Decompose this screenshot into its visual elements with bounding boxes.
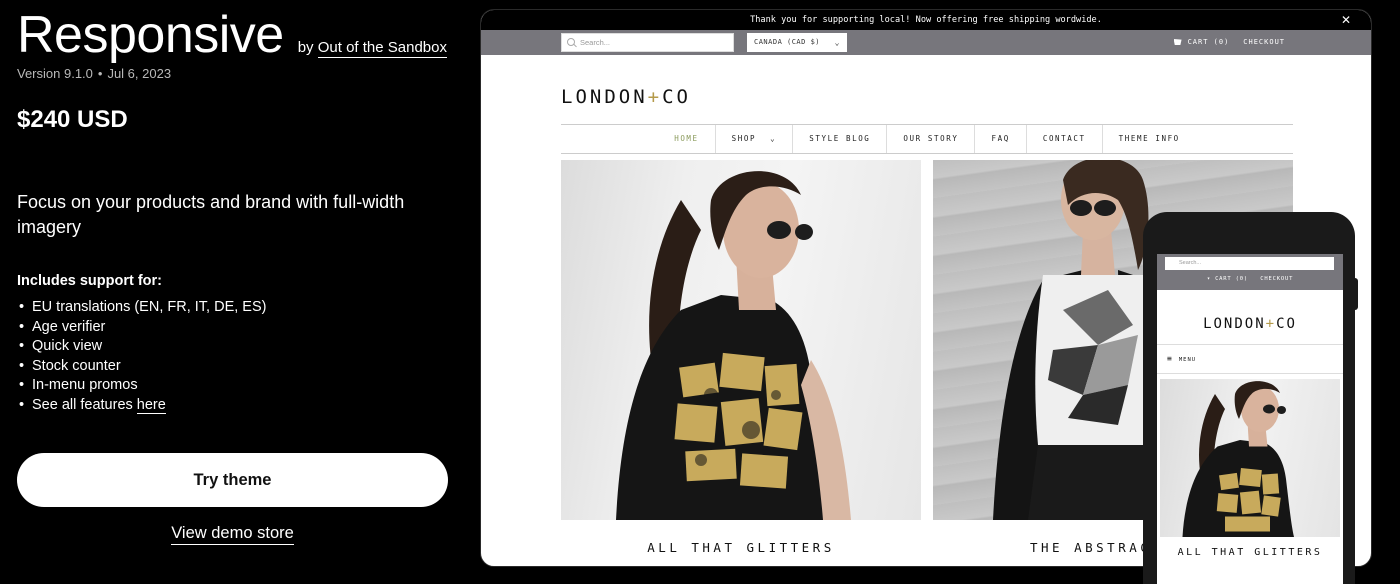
separator-dot: • <box>97 66 103 81</box>
mobile-topbar: Search... ▾ CART (0) CHECKOUT <box>1157 254 1343 290</box>
logo-right: CO <box>662 86 691 108</box>
version-meta: Version 9.1.0 • Jul 6, 2023 <box>17 66 171 81</box>
feature-list: EU translations (EN, FR, IT, DE, ES) Age… <box>17 298 266 416</box>
nav-item-our-story[interactable]: OUR STORY <box>886 125 974 153</box>
feature-item: Stock counter <box>17 357 266 377</box>
mobile-screen: Search... ▾ CART (0) CHECKOUT LONDON+CO … <box>1157 254 1343 584</box>
chevron-down-icon: ⌄ <box>834 38 840 47</box>
cart-nav: CART (0) CHECKOUT <box>1173 30 1285 55</box>
tagline: Focus on your products and brand with fu… <box>17 192 405 237</box>
mobile-cart-nav: ▾ CART (0) CHECKOUT <box>1157 276 1343 282</box>
announcement-bar: Thank you for supporting local! Now offe… <box>481 10 1371 30</box>
logo-left: LONDON <box>1203 316 1266 332</box>
support-heading: Includes support for: <box>17 273 162 289</box>
cart-link[interactable]: CART (0) <box>1188 38 1230 46</box>
demo-link-wrap: View demo store <box>17 524 448 545</box>
nav-shop-label: SHOP <box>731 134 757 143</box>
caption-glitters[interactable]: ALL THAT GLITTERS <box>561 540 921 555</box>
search-placeholder: Search... <box>580 38 611 47</box>
mobile-search-input[interactable]: Search... <box>1165 257 1334 270</box>
mobile-caption[interactable]: ALL THAT GLITTERS <box>1157 547 1343 558</box>
mobile-store-logo[interactable]: LONDON+CO <box>1157 316 1343 332</box>
price: $240 USD <box>17 106 128 133</box>
store-logo[interactable]: LONDON+CO <box>561 86 691 108</box>
feature-item: In-menu promos <box>17 376 266 396</box>
close-icon[interactable]: ✕ <box>1341 10 1351 30</box>
model-photo-illustration <box>616 171 851 520</box>
logo-plus: + <box>1265 316 1277 332</box>
cart-icon: ▾ <box>1206 276 1211 282</box>
feature-item-see-all: See all features here <box>17 396 266 416</box>
see-all-text: See all features <box>32 396 137 413</box>
store-main-nav: HOME SHOP ⌄ STYLE BLOG OUR STORY FAQ CONT… <box>561 124 1293 154</box>
author-link[interactable]: Out of the Sandbox <box>317 39 447 58</box>
nav-item-style-blog[interactable]: STYLE BLOG <box>792 125 886 153</box>
hero-image-glitters[interactable] <box>561 160 921 520</box>
author-line: by Out of the Sandbox <box>297 39 447 58</box>
model-photo-illustration <box>1182 381 1294 537</box>
title-row: Responsive by Out of the Sandbox <box>17 8 447 63</box>
see-all-features-link[interactable]: here <box>136 396 166 414</box>
feature-item: Age verifier <box>17 318 266 338</box>
mobile-menu-toggle[interactable]: ≡ MENU <box>1157 344 1343 374</box>
mobile-hero-image[interactable] <box>1160 379 1340 537</box>
phone-side-button <box>1354 278 1358 310</box>
announcement-text: Thank you for supporting local! Now offe… <box>750 15 1102 25</box>
theme-info-panel: Responsive by Out of the Sandbox Version… <box>17 0 457 584</box>
logo-left: LONDON <box>561 86 648 108</box>
logo-right: CO <box>1276 316 1297 332</box>
checkout-link[interactable]: CHECKOUT <box>1243 38 1285 46</box>
by-prefix: by <box>297 39 314 56</box>
version-text: Version 9.1.0 <box>17 66 93 81</box>
theme-name: Responsive <box>17 6 284 64</box>
nav-item-shop[interactable]: SHOP ⌄ <box>714 125 793 153</box>
store-search-input[interactable]: Search... <box>561 33 734 52</box>
hamburger-icon: ≡ <box>1167 354 1173 363</box>
nav-item-faq[interactable]: FAQ <box>974 125 1025 153</box>
mobile-preview-device[interactable]: Search... ▾ CART (0) CHECKOUT LONDON+CO … <box>1143 212 1355 584</box>
mobile-menu-label: MENU <box>1178 357 1197 363</box>
mobile-cart-link[interactable]: CART (0) <box>1215 276 1248 282</box>
release-date: Jul 6, 2023 <box>107 66 172 81</box>
search-icon <box>567 38 575 46</box>
logo-plus: + <box>647 86 663 108</box>
nav-item-home[interactable]: HOME <box>658 125 714 153</box>
nav-item-theme-info[interactable]: THEME INFO <box>1101 125 1196 153</box>
store-topbar: Search... CANADA (CAD $) ⌄ CART (0) CHECK… <box>481 30 1371 55</box>
try-theme-button[interactable]: Try theme <box>17 453 448 507</box>
cart-icon <box>1173 39 1182 45</box>
currency-value: CANADA (CAD $) <box>754 38 821 46</box>
mobile-checkout-link[interactable]: CHECKOUT <box>1260 276 1293 282</box>
chevron-down-icon: ⌄ <box>770 134 777 143</box>
feature-item: Quick view <box>17 337 266 357</box>
mobile-search-placeholder: Search... <box>1179 260 1202 266</box>
nav-item-contact[interactable]: CONTACT <box>1025 125 1102 153</box>
view-demo-store-link[interactable]: View demo store <box>171 524 294 545</box>
feature-item: EU translations (EN, FR, IT, DE, ES) <box>17 298 266 318</box>
currency-select[interactable]: CANADA (CAD $) ⌄ <box>747 33 847 52</box>
